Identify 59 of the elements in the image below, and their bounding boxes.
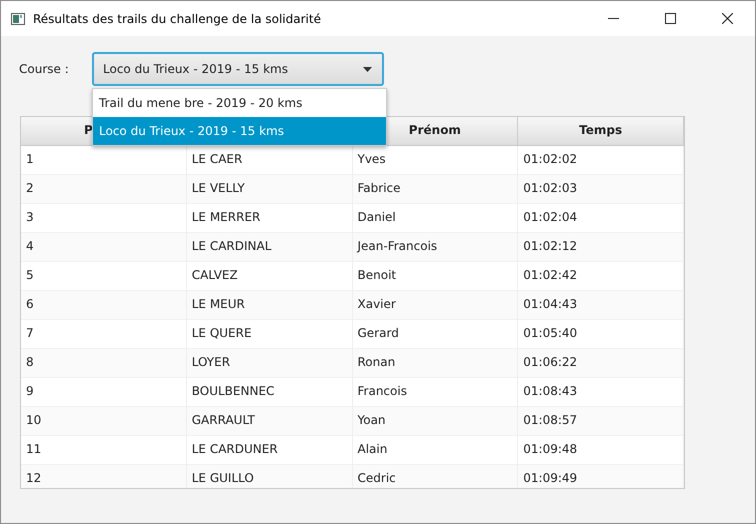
table-cell: 4 (21, 233, 187, 261)
table-cell: Benoit (352, 262, 518, 290)
column-header[interactable]: Prénom (408, 123, 461, 137)
table-cell: Ronan (352, 349, 518, 377)
table-cell: LOYER (186, 349, 352, 377)
table-cell: Daniel (352, 204, 518, 232)
table-cell: LE CAER (186, 146, 352, 174)
table-cell: 01:08:43 (518, 378, 684, 406)
table-cell: 6 (21, 291, 187, 319)
table-cell: CALVEZ (186, 262, 352, 290)
table-cell: 01:02:02 (518, 146, 684, 174)
window-title: Résultats des trails du challenge de la solidarité (33, 12, 321, 26)
table-cell: LE MERRER (186, 204, 352, 232)
dropdown-option[interactable]: Trail du mene bre - 2019 - 20 kms (93, 89, 386, 117)
app-icon (11, 12, 25, 24)
caret-icon (363, 66, 372, 72)
table-cell: LE GUILLO (186, 465, 352, 488)
table-cell: Yves (352, 146, 518, 174)
table-cell: LE QUERE (186, 320, 352, 348)
table-cell: Jean-Francois (352, 233, 518, 261)
table-cell: Fabrice (352, 175, 518, 203)
table-cell: 11 (21, 436, 187, 464)
table-cell: 8 (21, 349, 187, 377)
table-cell: 01:02:12 (518, 233, 684, 261)
table-cell: 2 (21, 175, 187, 203)
table-cell: 3 (21, 204, 187, 232)
table-cell: LE CARDINAL (186, 233, 352, 261)
table-cell: LE CARDUNER (186, 436, 352, 464)
table-cell: LE VELLY (186, 175, 352, 203)
maximize-icon[interactable] (665, 13, 676, 24)
close-icon[interactable] (722, 13, 733, 24)
table-cell: Alain (352, 436, 518, 464)
table-cell: GARRAULT (186, 407, 352, 435)
course-label: Course : (19, 62, 70, 76)
table-cell: 7 (21, 320, 187, 348)
table-cell: 01:05:40 (518, 320, 684, 348)
table-cell: 01:04:43 (518, 291, 684, 319)
table-cell: 01:09:49 (518, 465, 684, 488)
table-cell: BOULBENNEC (186, 378, 352, 406)
course-dropdown[interactable]: Loco du Trieux - 2019 - 15 kms (92, 52, 384, 86)
table-cell: 1 (21, 146, 187, 174)
table-cell: Gerard (352, 320, 518, 348)
table-cell: 01:09:48 (518, 436, 684, 464)
table-cell: 01:02:42 (518, 262, 684, 290)
table-cell: Yoan (352, 407, 518, 435)
table-cell: 12 (21, 465, 187, 488)
column-header[interactable]: P (84, 123, 93, 137)
table-cell: 9 (21, 378, 187, 406)
table-cell: LE MEUR (186, 291, 352, 319)
table-cell: 5 (21, 262, 187, 290)
table-cell: 10 (21, 407, 187, 435)
table-cell: 01:02:03 (518, 175, 684, 203)
table-cell: 01:02:04 (518, 204, 684, 232)
table-cell: Francois (352, 378, 518, 406)
column-header[interactable]: Temps (579, 123, 622, 137)
table-cell: Cedric (352, 465, 518, 488)
table-cell: 01:06:22 (518, 349, 684, 377)
table-cell: Xavier (352, 291, 518, 319)
table-cell: 01:08:57 (518, 407, 684, 435)
